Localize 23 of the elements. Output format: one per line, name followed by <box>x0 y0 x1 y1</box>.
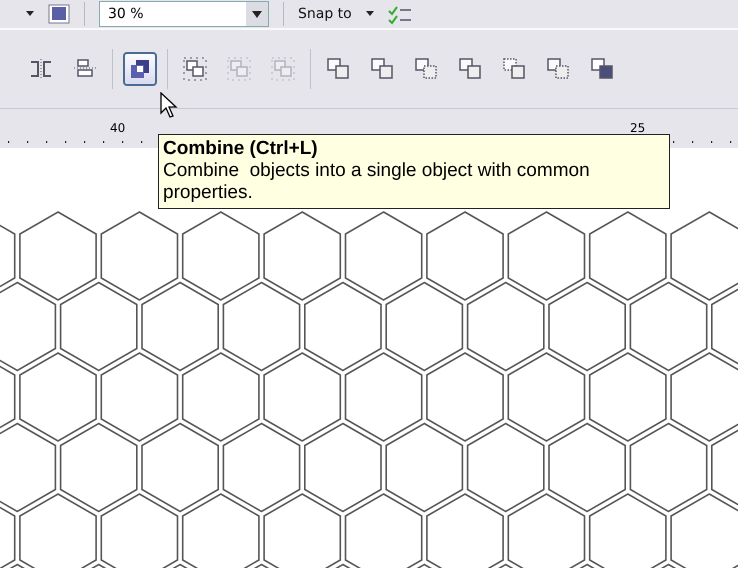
shape-icon <box>369 56 395 82</box>
ruler-label: 25 <box>630 121 646 135</box>
ruler-label: 40 <box>110 121 126 135</box>
shape-icon <box>413 56 439 82</box>
shape-icon <box>226 56 252 82</box>
shape-icon <box>589 56 615 82</box>
combine-button[interactable] <box>123 52 157 86</box>
shape-icon <box>545 56 571 82</box>
dropdown-arrow-icon[interactable] <box>26 11 34 17</box>
shape-icon <box>457 56 483 82</box>
tooltip-text: Combine objects into a single object with common properties. <box>163 160 591 204</box>
shape-icon <box>325 56 351 82</box>
shape-icon <box>270 56 296 82</box>
mouse-pointer-icon <box>160 92 180 120</box>
dropdown-arrow-icon[interactable] <box>366 11 374 17</box>
dropdown-button[interactable] <box>246 2 268 26</box>
snap-to-menu[interactable]: Snap to <box>298 6 352 22</box>
dropdown-arrow-icon <box>252 10 262 18</box>
zoom-field[interactable]: 30 % <box>99 1 269 27</box>
tooltip-title: Combine (Ctrl+L) <box>163 138 319 160</box>
shape-icon <box>182 56 208 82</box>
layer-icon[interactable] <box>48 4 70 24</box>
shape-icon <box>501 56 527 82</box>
